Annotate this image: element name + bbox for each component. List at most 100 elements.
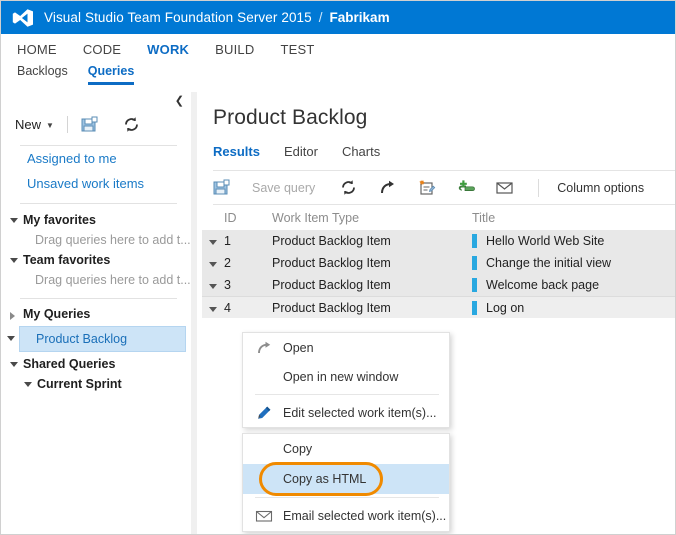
new-query-button[interactable]: New▼ [15,117,54,132]
cell-work-item-type: Product Backlog Item [272,256,472,270]
column-header-title[interactable]: Title [472,211,675,225]
sidebar-group-label: Shared Queries [23,357,115,371]
cell-id: 1 [224,234,272,248]
column-options-button[interactable]: Column options [557,181,644,195]
subnav-item-backlogs[interactable]: Backlogs [17,64,68,85]
sidebar-group-my-favorites[interactable]: My favorites [1,210,191,230]
title-separator: / [319,10,323,25]
sidebar-group-current-sprint[interactable]: Current Sprint [1,374,191,394]
context-menu-item-email-selected-work-items[interactable]: Email selected work item(s)... [243,501,449,531]
sidebar-group-shared-queries[interactable]: Shared Queries [1,354,191,374]
tab-charts[interactable]: Charts [342,144,380,159]
context-menu-item-label: Email selected work item(s)... [283,509,446,523]
email-icon[interactable] [495,178,514,197]
triangle-down-icon [10,218,18,223]
cell-id: 3 [224,278,272,292]
context-menu-item-edit-selected-work-items[interactable]: Edit selected work item(s)... [243,398,449,427]
save-query-icon[interactable] [81,115,100,134]
product-name: Visual Studio Team Foundation Server 201… [44,10,312,25]
context-menu-item-copy-as-html[interactable]: Copy as HTML [243,464,449,494]
cell-work-item-type: Product Backlog Item [272,301,472,315]
sidebar-link-unsaved-work-items[interactable]: Unsaved work items [1,171,191,196]
row-expand-chevron-down-icon[interactable] [202,254,224,272]
refresh-icon[interactable] [339,178,358,197]
primary-nav: HOME CODE WORK BUILD TEST [1,34,675,64]
visual-studio-logo-icon [12,8,34,28]
context-menu-divider [255,394,439,395]
context-menu-item-label: Copy as HTML [283,472,366,486]
context-menu-bottom: Copy Copy as HTML Email selected work it… [242,433,450,532]
cell-id: 2 [224,256,272,270]
sidebar-item-product-backlog[interactable]: Product Backlog [19,326,186,352]
sidebar-group-my-queries[interactable]: My Queries [1,304,191,324]
context-menu-top: Open Open in new window Edit selected wo… [242,332,450,428]
title-bar: Visual Studio Team Foundation Server 201… [1,1,675,34]
queries-sidebar: ❮ New▼ Assigne [1,92,191,534]
cell-title-text: Welcome back page [486,278,599,292]
triangle-down-icon [24,382,32,387]
nav-item-code[interactable]: CODE [83,42,121,57]
context-menu-item-label: Edit selected work item(s)... [283,406,437,420]
context-menu-item-label: Open [283,341,314,355]
open-arrow-icon[interactable] [378,178,397,197]
cell-work-item-type: Product Backlog Item [272,278,472,292]
chevron-down-icon: ▼ [46,121,54,130]
sidebar-link-assigned-to-me[interactable]: Assigned to me [1,146,191,171]
secondary-nav: Backlogs Queries [1,64,675,92]
table-row[interactable]: 4 Product Backlog Item Log on [202,296,675,318]
work-item-type-chip [472,256,477,270]
table-row[interactable]: 2 Product Backlog Item Change the initia… [202,252,675,274]
row-expand-chevron-down-icon[interactable] [202,232,224,250]
cell-id: 4 [224,301,272,315]
table-row[interactable]: 3 Product Backlog Item Welcome back page [202,274,675,296]
sidebar-group-label: Team favorites [23,253,110,267]
email-icon [255,507,273,525]
tfs-web-window: Visual Studio Team Foundation Server 201… [0,0,676,535]
sidebar-divider-3 [20,298,177,299]
grid-header-row: ID Work Item Type Title [202,205,675,230]
sidebar-hint-team-favorites: Drag queries here to add t... [1,270,191,290]
row-expand-chevron-down-icon[interactable] [202,276,224,294]
nav-item-build[interactable]: BUILD [215,42,254,57]
sidebar-hint-my-favorites: Drag queries here to add t... [1,230,191,250]
nav-item-work[interactable]: WORK [147,42,189,57]
context-menu-item-open[interactable]: Open [243,333,449,362]
results-toolbar: Save query [197,171,675,204]
subnav-item-queries[interactable]: Queries [88,64,135,85]
cell-work-item-type: Product Backlog Item [272,234,472,248]
tab-results[interactable]: Results [213,144,260,159]
triangle-down-icon [10,362,18,367]
refresh-icon[interactable] [122,115,141,134]
nav-item-home[interactable]: HOME [17,42,57,57]
page-title: Product Backlog [197,92,675,130]
triangle-right-icon [10,312,15,320]
sidebar-divider-2 [20,203,177,204]
context-menu-item-copy[interactable]: Copy [243,434,449,464]
cell-title: Change the initial view [472,256,675,270]
column-header-id[interactable]: ID [224,211,272,225]
sidebar-group-label: My favorites [23,213,96,227]
sidebar-group-label: Current Sprint [37,377,122,391]
column-header-work-item-type[interactable]: Work Item Type [272,211,472,225]
context-menu-item-open-in-new-window[interactable]: Open in new window [243,362,449,391]
add-link-icon[interactable] [456,178,475,197]
project-name[interactable]: Fabrikam [330,10,390,25]
nav-item-test[interactable]: TEST [280,42,314,57]
row-expand-chevron-down-icon[interactable] [202,299,224,317]
query-tabs: Results Editor Charts [197,130,675,159]
tab-editor[interactable]: Editor [284,144,318,159]
new-work-item-icon[interactable] [417,178,436,197]
sidebar-item-label: Product Backlog [36,332,127,346]
save-query-label: Save query [252,181,315,195]
table-row[interactable]: 1 Product Backlog Item Hello World Web S… [202,230,675,252]
chevron-left-icon[interactable]: ❮ [175,96,184,107]
sidebar-group-team-favorites[interactable]: Team favorites [1,250,191,270]
context-menu-item-label: Open in new window [283,370,398,384]
save-query-icon[interactable] [213,178,232,197]
cell-title: Log on [472,301,675,315]
triangle-down-icon [10,258,18,263]
work-item-type-chip [472,278,477,292]
cell-title: Hello World Web Site [472,234,675,248]
triangle-down-icon [7,336,15,341]
toolbar-separator [538,179,539,197]
